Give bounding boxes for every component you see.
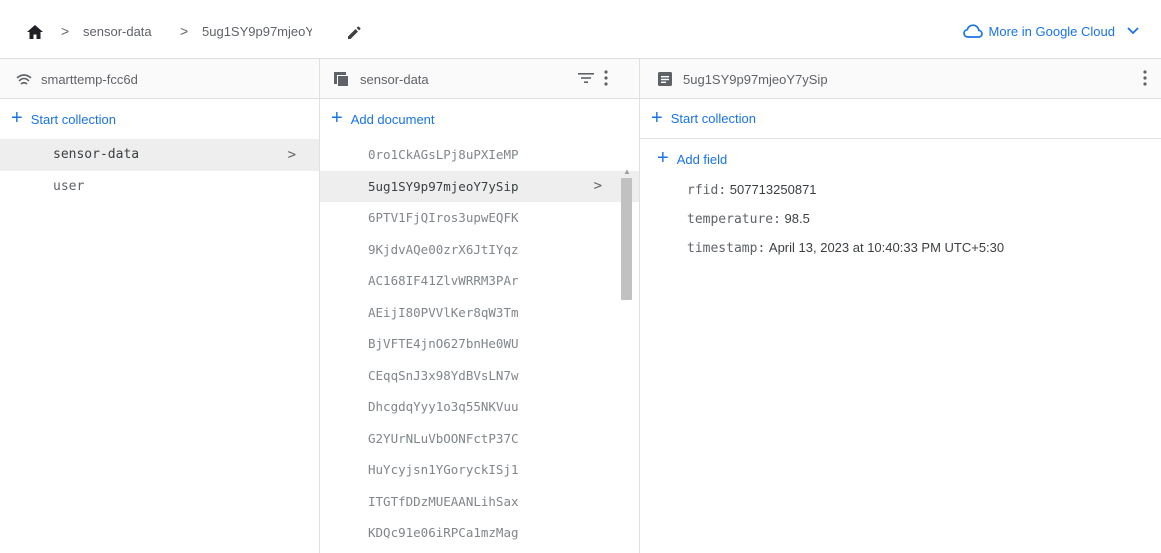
document-id: CEqqSnJ3x98YdBVsLN7w [368,367,519,383]
edit-pencil-icon[interactable] [346,24,362,40]
plus-icon: + [657,147,669,169]
collection-item-user[interactable]: user [0,171,319,203]
start-collection-button[interactable]: + Start collection [0,99,319,139]
more-options-icon[interactable] [603,69,609,87]
document-item[interactable]: AC168IF41ZlvWRRM3PAr [320,265,639,297]
field-value: 507713250871 [729,182,817,197]
root-panel-header: smarttemp-fcc6d [0,59,319,99]
document-id: 6PTV1FjQIros3upwEQFK [368,210,519,225]
collection-item-sensor-data[interactable]: sensor-data > [0,139,319,171]
document-item[interactable]: BjVFTE4jnO627bnHe0WU [320,328,639,360]
document-id: HuYcyjsn1YGoryckISj1 [368,462,519,477]
field-key: timestamp [687,241,758,256]
document-id: AEijI80PVVlKer8qW3Tm [368,304,519,320]
document-item[interactable]: KDQc91e06iRPCa1mzMag [320,517,639,549]
field-separator: : [757,241,766,256]
collection-panel-header: sensor-data [320,59,639,99]
start-collection-label: Start collection [670,111,756,126]
document-id: AC168IF41ZlvWRRM3PAr [368,273,519,288]
collection-panel: sensor-data + Add document 0ro1CkAGsLPj8… [320,59,640,553]
document-icon [658,72,672,86]
document-title: 5ug1SY9p97mjeoY7ySip [683,72,828,87]
home-icon[interactable] [27,25,43,39]
filter-icon[interactable] [578,71,594,85]
field-separator: : [718,183,727,198]
database-icon [16,74,32,85]
breadcrumb-document[interactable]: 5ug1SY9p97mjeoY7ySip [202,24,312,39]
cloud-icon [962,24,983,38]
field-row-rfid[interactable]: rfid: 507713250871 [640,175,1161,204]
document-id: 0ro1CkAGsLPj8uPXIeMP [368,147,519,162]
document-item[interactable]: ITGTfDDzMUEAANLihSax [320,486,639,518]
scrollbar-thumb[interactable] [621,178,632,300]
project-title: smarttemp-fcc6d [41,72,138,87]
document-id: 9KjdvAQe00zrX6JtIYqz [368,241,519,257]
field-value: 98.5 [784,211,810,226]
breadcrumb-separator: > [61,23,70,39]
plus-icon: + [651,106,663,129]
root-panel: smarttemp-fcc6d + Start collection senso… [0,59,320,553]
field-key: rfid [687,183,719,198]
document-item[interactable]: HuYcyjsn1YGoryckISj1 [320,454,639,486]
document-item[interactable]: DhcgdqYyy1o3q55NKVuu [320,391,639,423]
document-id: BjVFTE4jnO627bnHe0WU [368,336,519,351]
document-id: G2YUrNLuVbOONFctP37C [368,430,519,446]
document-item[interactable]: G2YUrNLuVbOONFctP37C [320,423,639,455]
field-key: temperature [687,212,774,227]
chevron-right-icon: > [287,147,296,163]
document-panel: 5ug1SY9p97mjeoY7ySip + Start collection … [640,59,1161,553]
start-collection-button[interactable]: + Start collection [640,99,1161,139]
field-value: April 13, 2023 at 10:40:33 PM UTC+5:30 [768,240,1005,255]
document-id: KDQc91e06iRPCa1mzMag [368,525,519,540]
add-field-label: Add field [676,151,728,167]
document-id: DhcgdqYyy1o3q55NKVuu [368,399,519,414]
plus-icon: + [331,107,343,129]
add-document-label: Add document [350,111,435,127]
document-panel-header: 5ug1SY9p97mjeoY7ySip [640,59,1161,99]
field-row-temperature[interactable]: temperature: 98.5 [640,204,1161,233]
collection-label: user [53,179,85,194]
collection-title: sensor-data [360,72,429,87]
document-item[interactable]: 9KjdvAQe00zrX6JtIYqz [320,234,639,266]
breadcrumb-collection[interactable]: sensor-data [83,24,152,39]
add-document-button[interactable]: + Add document [320,99,639,139]
chevron-down-icon [1127,27,1139,35]
document-item[interactable]: 6PTV1FjQIros3upwEQFK [320,202,639,234]
more-options-icon[interactable] [1142,69,1148,87]
document-item[interactable]: 0ro1CkAGsLPj8uPXIeMP [320,139,639,171]
more-in-google-cloud-button[interactable]: More in Google Cloud [962,20,1139,42]
top-bar: > sensor-data > 5ug1SY9p97mjeoY7ySip Mor… [0,0,1161,59]
chevron-right-icon: > [593,177,602,194]
scroll-up-arrow-icon[interactable]: ▲ [623,167,631,176]
document-item[interactable]: CEqqSnJ3x98YdBVsLN7w [320,360,639,392]
more-in-google-cloud-label: More in Google Cloud [988,23,1115,39]
collection-label: sensor-data [53,147,140,162]
start-collection-label: Start collection [30,111,116,127]
collection-icon [334,72,348,86]
firestore-console: > sensor-data > 5ug1SY9p97mjeoY7ySip Mor… [0,0,1161,553]
document-list-scrollbar[interactable]: ▲ [619,167,633,553]
document-id: ITGTfDDzMUEAANLihSax [368,493,519,509]
add-field-button[interactable]: + Add field [640,139,1161,179]
field-row-timestamp[interactable]: timestamp: April 13, 2023 at 10:40:33 PM… [640,233,1161,262]
document-item-selected[interactable]: 5ug1SY9p97mjeoY7ySip > [320,170,639,202]
document-item[interactable]: AEijI80PVVlKer8qW3Tm [320,297,639,329]
document-id: 5ug1SY9p97mjeoY7ySip [368,178,519,194]
plus-icon: + [11,107,23,129]
breadcrumb-separator: > [180,23,189,39]
field-separator: : [773,212,781,227]
